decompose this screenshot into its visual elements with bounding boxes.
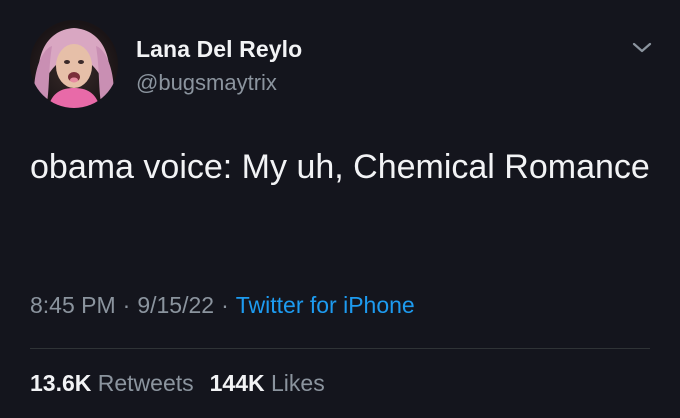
retweets-stat[interactable]: 13.6K Retweets <box>30 370 194 396</box>
user-handle[interactable]: @bugsmaytrix <box>136 70 277 96</box>
engagement-stats: 13.6K Retweets 144K Likes <box>30 370 325 397</box>
tweet-card: Lana Del Reylo @bugsmaytrix obama voice:… <box>0 0 680 418</box>
likes-label: Likes <box>271 370 325 396</box>
tweet-text: obama voice: My uh, Chemical Romance <box>30 148 650 186</box>
divider <box>30 348 650 349</box>
tweet-metadata: 8:45 PM · 9/15/22 · Twitter for iPhone <box>30 292 415 319</box>
tweet-date[interactable]: 9/15/22 <box>137 292 214 318</box>
separator-dot: · <box>122 292 131 318</box>
profile-photo-icon <box>34 28 114 108</box>
likes-count: 144K <box>209 370 265 396</box>
retweets-label: Retweets <box>97 370 194 396</box>
avatar[interactable] <box>30 20 118 108</box>
display-name[interactable]: Lana Del Reylo <box>136 36 302 63</box>
tweet-source-link[interactable]: Twitter for iPhone <box>236 292 415 318</box>
chevron-down-icon[interactable] <box>628 36 656 60</box>
separator-dot: · <box>221 292 229 318</box>
retweets-count: 13.6K <box>30 370 92 396</box>
tweet-time[interactable]: 8:45 PM <box>30 292 116 318</box>
likes-stat[interactable]: 144K Likes <box>210 370 325 396</box>
